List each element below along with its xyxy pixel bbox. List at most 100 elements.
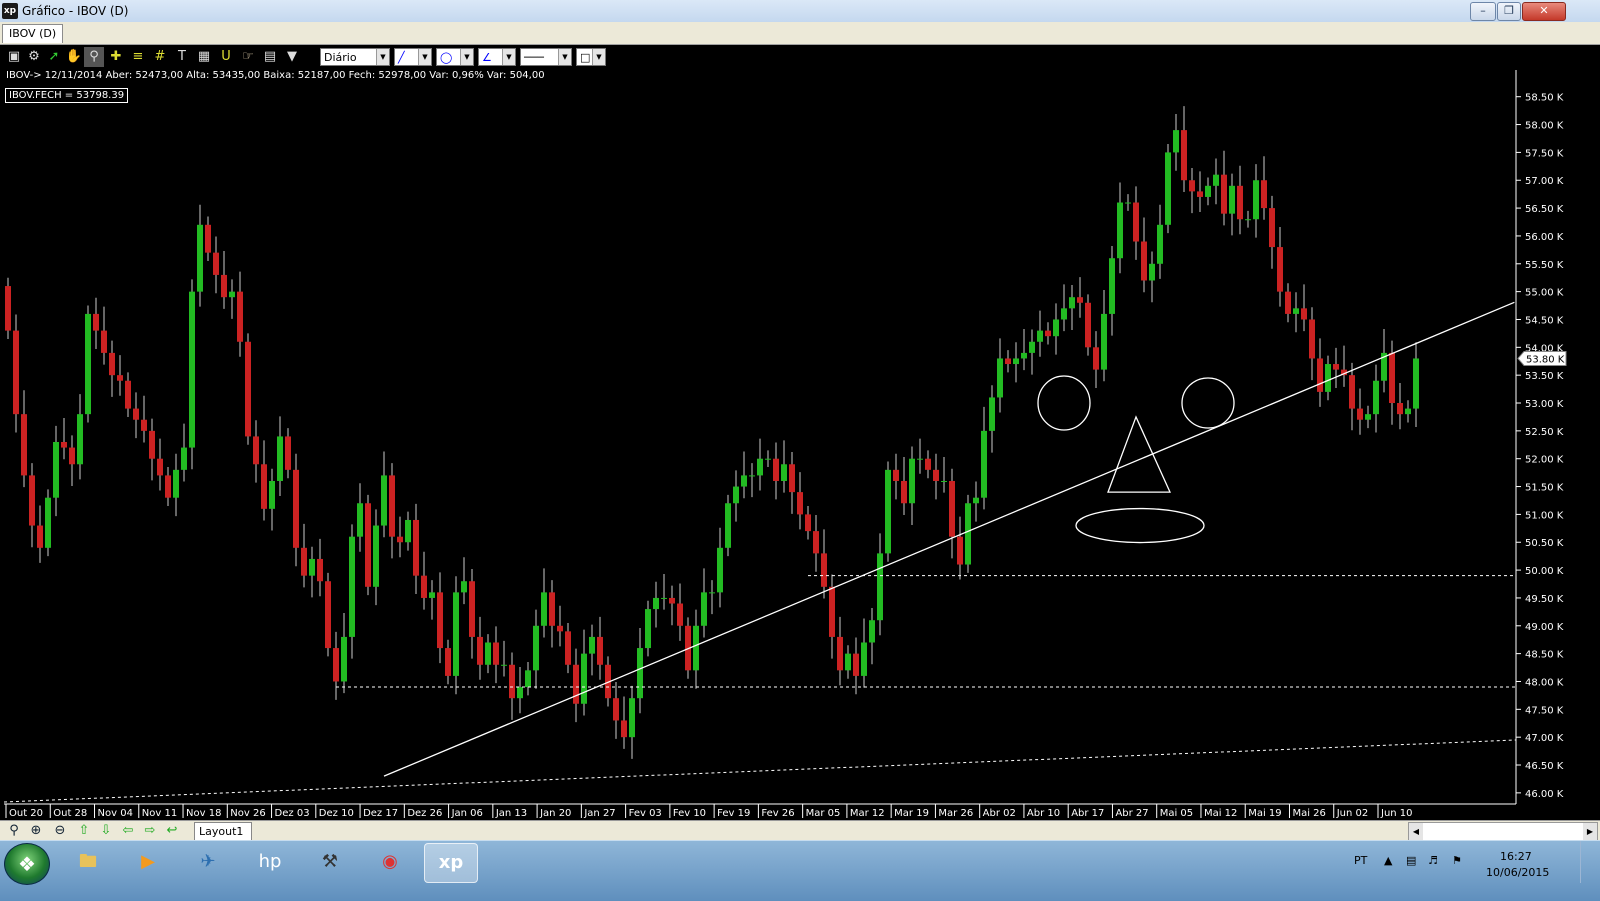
scroll-left-icon[interactable]: ◀ (1409, 823, 1423, 840)
ellipse-tool-select[interactable]: ◯ ▼ (436, 48, 474, 66)
candle-down (837, 636, 843, 671)
candle-down (1141, 241, 1147, 281)
hline-icon[interactable]: ≡ (128, 47, 148, 67)
candle-down (261, 464, 267, 509)
candle-down (141, 419, 147, 431)
zoom-in-icon[interactable]: ⊕ (26, 822, 46, 840)
y-tick-label: 55.50 K (1525, 260, 1564, 271)
candle-down (1301, 308, 1307, 320)
x-tick-label: Mar 19 (894, 808, 929, 819)
candle-up (461, 581, 467, 593)
price-chart[interactable]: 46.00 K 46.50 K 47.00 K 47.50 K 48.00 K 48.50… (0, 0, 1600, 900)
candle-down (245, 341, 251, 437)
candle-up (1149, 263, 1155, 281)
chart-type-icon[interactable]: ▣ (4, 47, 24, 67)
candle-down (29, 475, 35, 526)
candle-up (869, 620, 875, 643)
x-tick-label: Nov 11 (142, 808, 177, 819)
y-tick-label: 57.50 K (1525, 148, 1564, 159)
x-tick-label: Jan 06 (451, 808, 483, 819)
candle-up (1413, 358, 1419, 409)
candle-down (37, 525, 43, 548)
arrow-left-icon[interactable]: ⇦ (118, 822, 138, 840)
candle-down (13, 330, 19, 415)
arrow-back-icon[interactable]: ↩ (162, 822, 182, 840)
candle-down (829, 586, 835, 637)
network-icon[interactable]: ✈ (182, 843, 234, 881)
text-icon[interactable]: T (172, 47, 192, 67)
chrome-icon[interactable]: ◉ (364, 843, 416, 881)
explorer-icon[interactable]: 🖿 (62, 843, 114, 881)
candle-down (1189, 180, 1195, 192)
crosshair-icon[interactable]: ✚ (106, 47, 126, 67)
line-tool-select[interactable]: ╱ ▼ (394, 48, 432, 66)
volume-icon[interactable]: ♬ (1428, 854, 1438, 867)
tool-icon[interactable]: ⚒ (304, 843, 356, 881)
x-tick-label: Jan 27 (583, 808, 615, 819)
zoom-icon[interactable]: ⚲ (4, 822, 24, 840)
candle-up (1229, 185, 1235, 214)
candle-down (149, 430, 155, 459)
candle-up (229, 291, 235, 298)
candle-up (973, 497, 979, 504)
horizontal-scrollbar[interactable]: ◀ ▶ (1408, 822, 1598, 841)
flag-icon[interactable]: ⚑ (1452, 854, 1462, 867)
signal-icon[interactable]: ▤ (1406, 854, 1416, 867)
line-style-select[interactable]: ─── ▼ (520, 48, 572, 66)
y-tick-label: 51.50 K (1525, 483, 1564, 494)
candle-down (933, 469, 939, 481)
fan-tool-select[interactable]: ∠ ▼ (478, 48, 516, 66)
candle-down (493, 642, 499, 665)
grid-icon[interactable]: # (150, 47, 170, 67)
start-button[interactable]: ❖ (4, 843, 50, 885)
candle-up (709, 592, 715, 594)
calculator-icon[interactable]: ▦ (194, 47, 214, 67)
candle-down (509, 664, 515, 699)
candle-up (541, 592, 547, 626)
candle-up (645, 609, 651, 649)
hand-icon[interactable]: ✋ (64, 47, 84, 67)
magnet-icon[interactable]: U (216, 47, 236, 67)
filter-icon[interactable]: ▼ (282, 47, 302, 67)
candle-up (877, 553, 883, 621)
scroll-right-icon[interactable]: ▶ (1583, 823, 1597, 840)
candle-down (549, 592, 555, 626)
gear-icon[interactable]: ⚙ (24, 47, 44, 67)
clock-time[interactable]: 16:27 (1500, 850, 1532, 863)
tray-arrow-icon[interactable]: ▲ (1384, 854, 1392, 867)
candle-down (93, 313, 99, 331)
language-indicator[interactable]: PT (1354, 854, 1367, 867)
zoom-area-icon[interactable]: ⚲ (84, 47, 104, 67)
zoom-out-icon[interactable]: ⊖ (50, 822, 70, 840)
clock-date[interactable]: 10/06/2015 (1486, 866, 1549, 879)
media-player-icon[interactable]: ▶ (122, 843, 174, 881)
y-tick-label: 56.50 K (1525, 204, 1564, 215)
candle-down (325, 581, 331, 649)
arrow-up-icon[interactable]: ⇧ (74, 822, 94, 840)
period-select[interactable]: Diário ▼ (320, 48, 390, 66)
show-desktop-button[interactable] (1580, 841, 1600, 883)
clipboard-icon[interactable]: ▤ (260, 47, 280, 67)
hand-pointer-icon[interactable]: ☞ (238, 47, 258, 67)
xp-icon[interactable]: xp (424, 843, 478, 883)
y-tick-label: 53.00 K (1525, 399, 1564, 410)
color-select[interactable]: □ ▼ (576, 48, 606, 66)
cursor-icon[interactable]: ➚ (44, 47, 64, 67)
candle-down (573, 664, 579, 704)
candle-up (405, 519, 411, 543)
x-tick-label: Jan 13 (495, 808, 527, 819)
candle-down (1197, 191, 1203, 197)
arrow-down-icon[interactable]: ⇩ (96, 822, 116, 840)
y-tick-label: 52.50 K (1525, 427, 1564, 438)
candle-up (717, 547, 723, 593)
candle-up (629, 698, 635, 738)
x-tick-label: Mar 12 (850, 808, 885, 819)
x-tick-label: Abr 10 (1027, 808, 1060, 819)
candle-down (1357, 408, 1363, 420)
arrow-right-icon[interactable]: ⇨ (140, 822, 160, 840)
windows-logo-icon: ❖ (18, 852, 36, 876)
hp-icon[interactable]: hp (244, 843, 296, 881)
layout-tab[interactable]: Layout1 (194, 822, 252, 841)
y-tick-label: 56.00 K (1525, 232, 1564, 243)
series-legend[interactable]: IBOV.FECH = 53798.39 (5, 88, 129, 103)
